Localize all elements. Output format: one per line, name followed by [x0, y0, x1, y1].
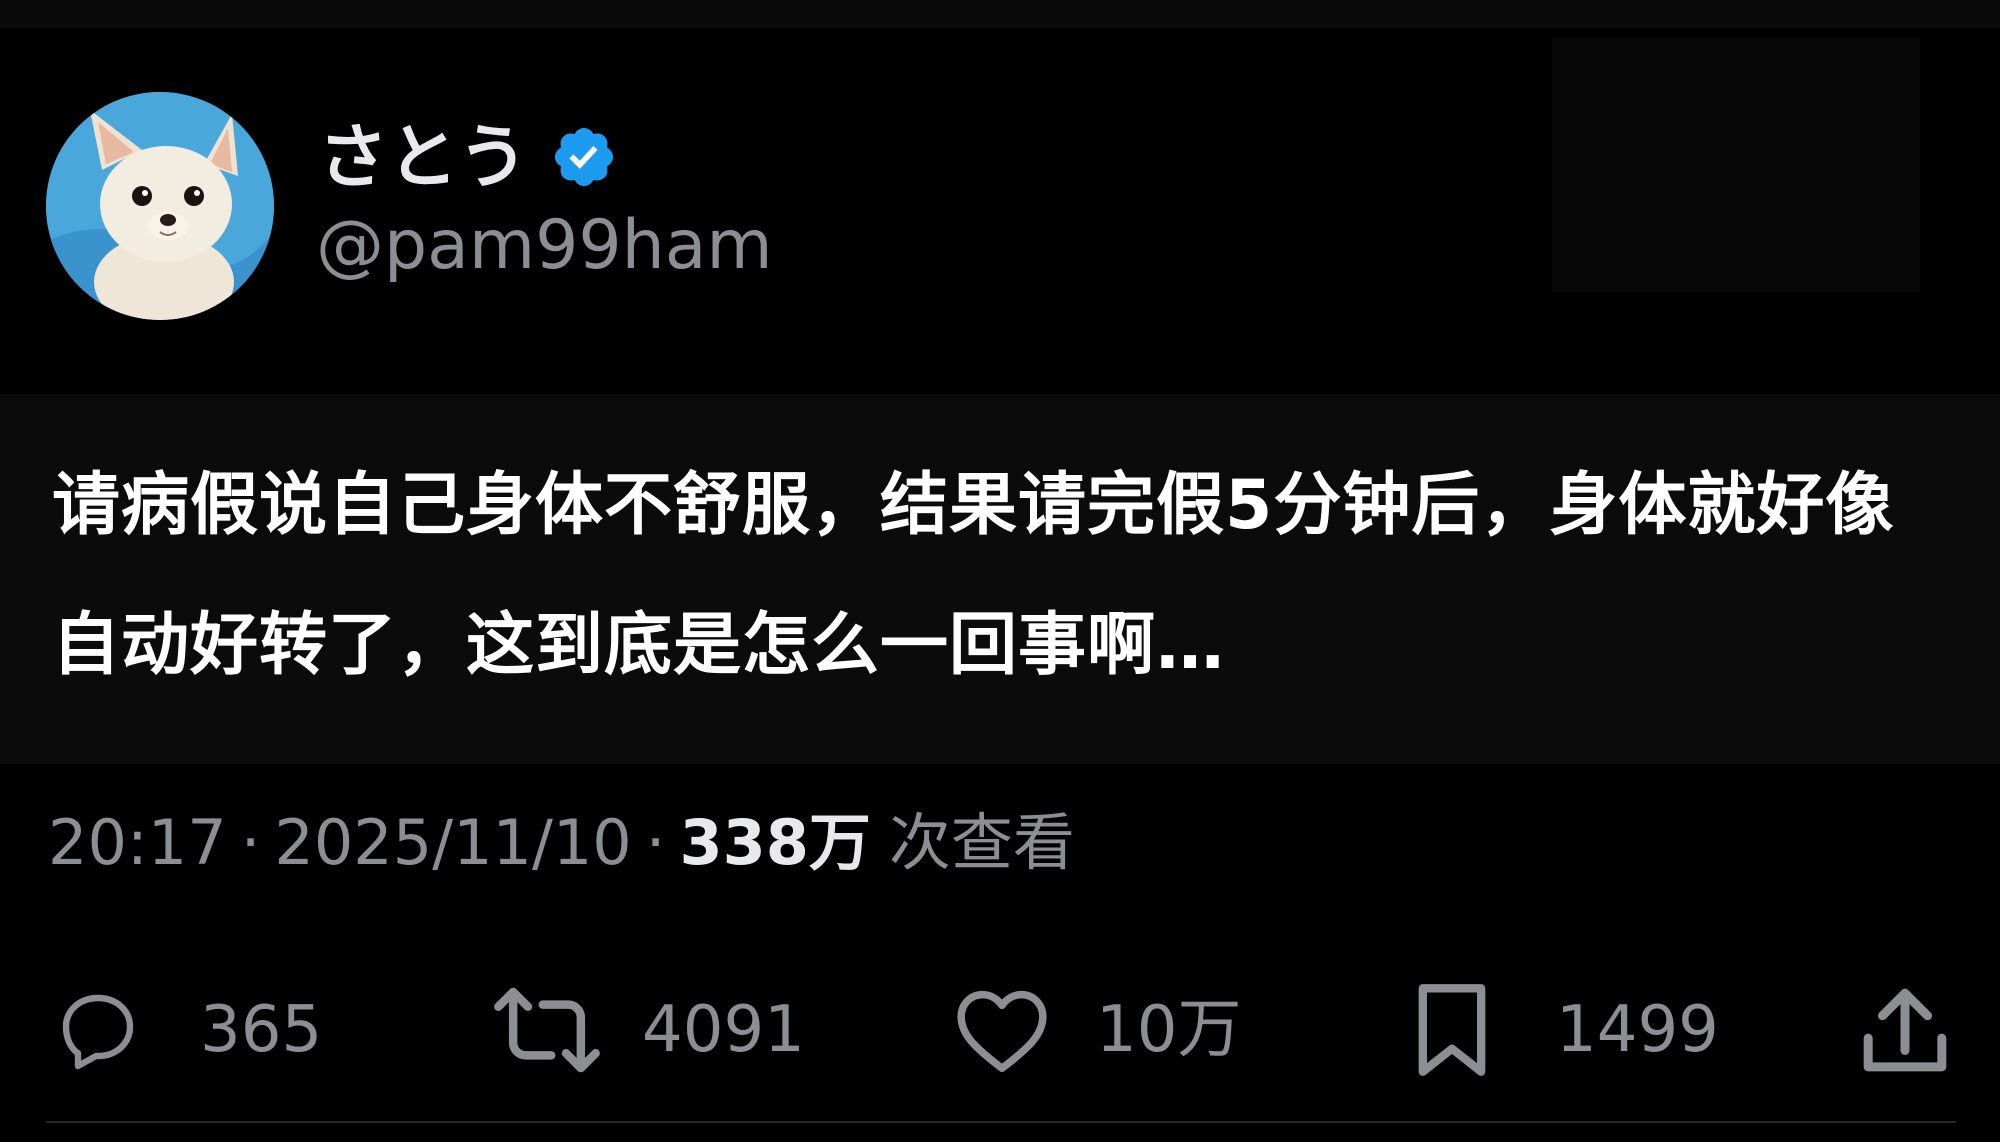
reply-button[interactable]: 365: [48, 980, 322, 1080]
reply-count: 365: [200, 993, 323, 1067]
meta-separator: ·: [645, 806, 666, 879]
views-label: 次查看: [888, 806, 1075, 879]
meta-separator: ·: [240, 806, 261, 879]
chihuahua-avatar-icon: [46, 92, 274, 320]
top-band: [0, 0, 2000, 28]
retweet-button[interactable]: 4091: [492, 980, 805, 1080]
divider: [46, 1121, 1956, 1123]
reply-icon: [62, 994, 134, 1070]
display-name[interactable]: さとう: [318, 122, 528, 192]
tweet-date[interactable]: 2025/11/10: [274, 806, 631, 879]
like-count: 10万: [1096, 993, 1242, 1067]
follow-area: [1552, 38, 1920, 292]
retweet-icon: [494, 987, 600, 1073]
views-count: 338万: [679, 806, 871, 879]
tweet-text: 请病假说自己身体不舒服，结果请完假5分钟后，身体就好像自动好转了，这到底是怎么一…: [52, 466, 1895, 685]
bookmark-button[interactable]: 1499: [1412, 980, 1719, 1080]
share-icon: [1863, 988, 1947, 1072]
bookmark-icon: [1418, 984, 1486, 1076]
author-handle[interactable]: @pam99ham: [316, 212, 773, 280]
author-name-row[interactable]: さとう: [318, 112, 618, 202]
tweet-time[interactable]: 20:17: [48, 806, 227, 879]
tweet-meta: 20:17 · 2025/11/10 · 338万 次查看: [48, 812, 1075, 874]
like-button[interactable]: 10万: [952, 980, 1241, 1080]
retweet-count: 4091: [642, 993, 805, 1067]
bookmark-count: 1499: [1556, 993, 1719, 1067]
verified-badge-icon: [550, 123, 618, 191]
avatar[interactable]: [46, 92, 274, 320]
share-button[interactable]: [1860, 980, 1950, 1080]
heart-icon: [957, 990, 1047, 1073]
action-bar: 365 4091 10万 1499: [0, 980, 2000, 1080]
